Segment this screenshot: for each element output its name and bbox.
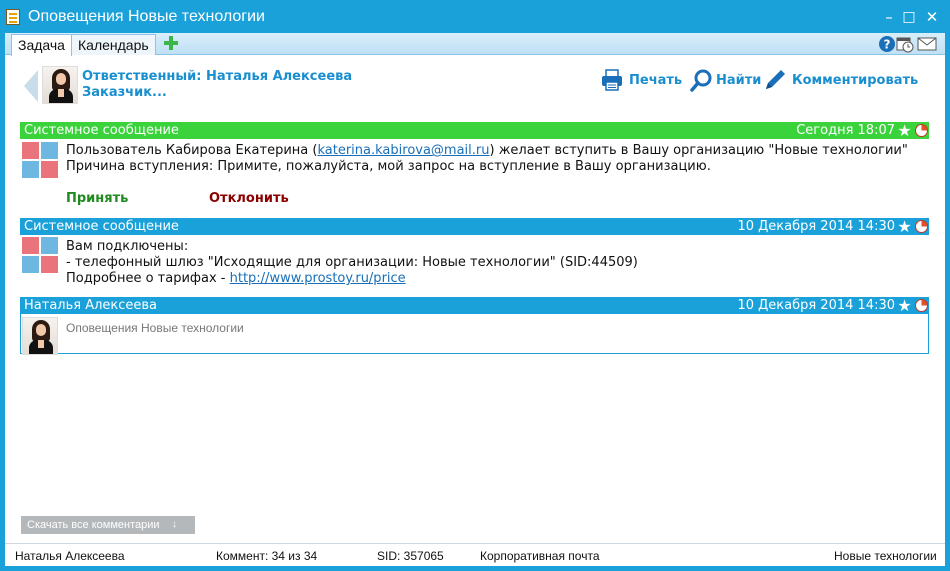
message-author: Наталья Алексеева xyxy=(24,298,158,313)
pie-chart-icon[interactable] xyxy=(915,299,928,312)
svg-text:?: ? xyxy=(884,38,891,52)
message-header: Наталья Алексеева 10 Декабря 2014 14:30 … xyxy=(20,297,929,314)
star-icon[interactable]: ★ xyxy=(896,297,913,314)
responsible-link[interactable]: Ответственный: Наталья Алексеева xyxy=(82,69,352,84)
mail-icon[interactable] xyxy=(917,35,937,53)
add-tab-icon[interactable] xyxy=(162,34,180,52)
tariff-link[interactable]: http://www.prostoy.ru/price xyxy=(230,271,406,286)
double-chevron-down-icon: ↓ xyxy=(172,519,177,530)
pie-chart-icon[interactable] xyxy=(915,124,928,137)
notes-app-icon xyxy=(6,9,20,25)
message-header: Системное сообщение 10 Декабря 2014 14:3… xyxy=(20,218,929,235)
message-text: Подробнее о тарифах - http://www.prostoy… xyxy=(66,271,406,286)
star-icon[interactable]: ★ xyxy=(896,122,913,139)
system-logo-icon xyxy=(22,237,58,273)
window-title: Оповещения Новые технологии xyxy=(28,8,265,25)
status-bar: Наталья Алексеева Коммент: 34 из 34 SID:… xyxy=(5,543,945,566)
status-mail[interactable]: Корпоративная почта xyxy=(480,549,600,563)
back-arrow-icon[interactable] xyxy=(24,70,38,102)
client-link[interactable]: Заказчик... xyxy=(82,85,167,100)
status-user: Наталья Алексеева xyxy=(15,549,125,563)
avatar xyxy=(22,317,58,355)
status-org: Новые технологии xyxy=(834,549,937,563)
status-comments: Коммент: 34 из 34 xyxy=(216,549,318,563)
help-icon[interactable]: ? xyxy=(878,35,896,53)
pie-chart-icon[interactable] xyxy=(915,220,928,233)
message-text: Вам подключены: xyxy=(66,239,189,254)
find-button[interactable]: Найти xyxy=(716,73,761,88)
message-time: Сегодня 18:07 xyxy=(796,123,895,138)
main-window: Задача Календарь ? Ответственный: Наталь… xyxy=(5,33,945,566)
status-sid: SID: 357065 xyxy=(377,549,444,563)
tab-bar: Задача Календарь ? xyxy=(5,33,945,56)
message-time: 10 Декабря 2014 14:30 xyxy=(737,298,895,313)
printer-icon[interactable] xyxy=(600,68,624,92)
message-reason: Причина вступления: Примите, пожалуйста,… xyxy=(66,159,711,174)
print-button[interactable]: Печать xyxy=(629,73,682,88)
avatar xyxy=(42,66,78,104)
message-author: Системное сообщение xyxy=(24,123,179,138)
system-logo-icon xyxy=(22,142,58,178)
email-link[interactable]: katerina.kabirova@mail.ru xyxy=(317,143,489,158)
message-text: Оповещения Новые технологии xyxy=(66,321,244,335)
close-button[interactable]: ✕ xyxy=(921,6,943,28)
calendar-clock-icon[interactable] xyxy=(896,35,914,53)
download-all-comments-button[interactable]: Скачать все комментарии ↓ xyxy=(21,516,195,534)
message-text: Пользователь Кабирова Екатерина (katerin… xyxy=(66,143,908,158)
message-text: - телефонный шлюз "Исходящие для организ… xyxy=(66,255,638,270)
tab-task[interactable]: Задача xyxy=(11,34,72,56)
title-bar: Оповещения Новые технологии – □ ✕ xyxy=(0,0,950,33)
message-author: Системное сообщение xyxy=(24,219,179,234)
accept-button[interactable]: Принять xyxy=(66,191,128,206)
message-header: Системное сообщение Сегодня 18:07 ★ xyxy=(20,122,929,139)
maximize-button[interactable]: □ xyxy=(898,6,920,28)
minimize-button[interactable]: – xyxy=(878,6,900,28)
message-time: 10 Декабря 2014 14:30 xyxy=(737,219,895,234)
comment-button[interactable]: Комментировать xyxy=(792,73,918,88)
star-icon[interactable]: ★ xyxy=(896,218,913,235)
pencil-icon[interactable] xyxy=(763,68,787,92)
decline-button[interactable]: Отклонить xyxy=(209,191,289,206)
tab-calendar[interactable]: Календарь xyxy=(71,34,156,55)
search-icon[interactable] xyxy=(690,68,714,92)
